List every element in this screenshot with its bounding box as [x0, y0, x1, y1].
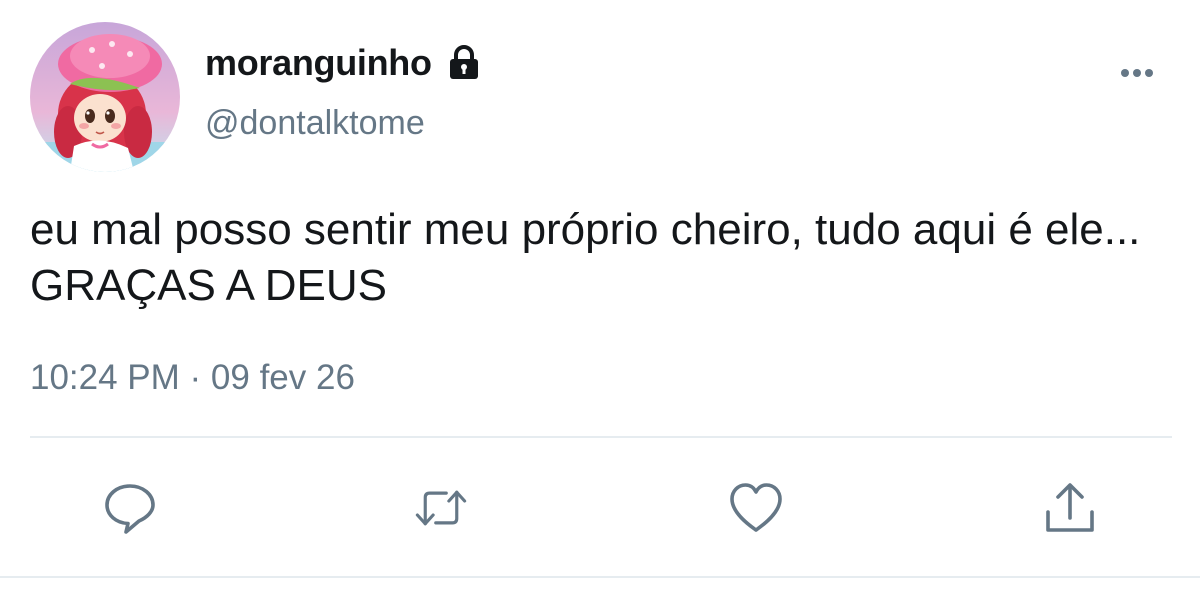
user-handle[interactable]: @dontalktome: [205, 104, 425, 143]
heart-icon: [730, 483, 782, 532]
divider: [30, 436, 1172, 438]
more-options-icon[interactable]: [1112, 60, 1162, 86]
display-name[interactable]: moranguinho: [205, 42, 432, 84]
share-button[interactable]: [1042, 480, 1098, 536]
tweet-card: moranguinho @dontalktome eu mal posso se…: [0, 0, 1200, 594]
like-button[interactable]: [728, 480, 784, 536]
reply-icon: [105, 484, 155, 534]
tweet-text: eu mal posso sentir meu próprio cheiro, …: [30, 205, 1141, 310]
strawberry-character-avatar-image: [30, 22, 180, 172]
retweet-icon: [415, 490, 467, 526]
retweet-button[interactable]: [413, 480, 469, 536]
avatar[interactable]: [30, 22, 180, 172]
reply-button[interactable]: [102, 480, 158, 536]
share-icon: [1046, 483, 1094, 532]
lock-icon: [448, 45, 480, 81]
display-name-row: moranguinho: [205, 40, 480, 86]
tweet-timestamp[interactable]: 10:24 PM · 09 fev 26: [30, 358, 355, 398]
bottom-divider: [0, 576, 1200, 578]
